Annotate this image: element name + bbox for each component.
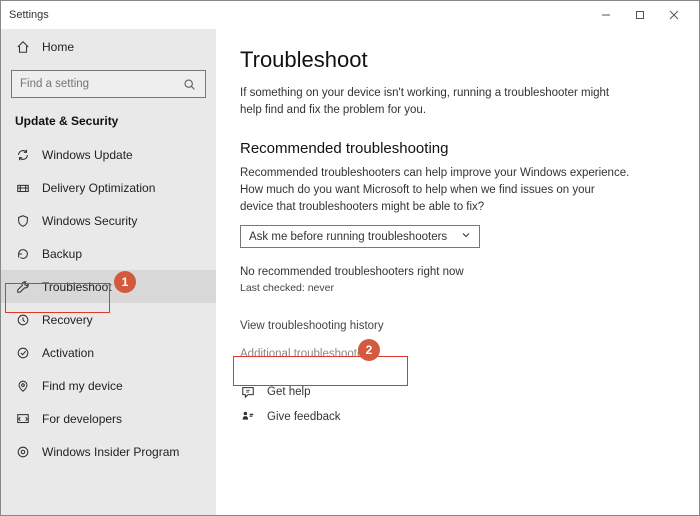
search-input[interactable] [20, 78, 182, 90]
sidebar-item-label: Troubleshoot [42, 280, 112, 294]
additional-troubleshooters-link[interactable]: Additional troubleshooters [240, 348, 675, 360]
sync-icon [15, 147, 30, 162]
sidebar-item-label: Windows Update [42, 148, 133, 162]
settings-window: Settings Home Update & Security Windows … [0, 0, 700, 516]
sidebar-item-label: Activation [42, 346, 94, 360]
sidebar-item-delivery-optimization[interactable]: Delivery Optimization [1, 171, 216, 204]
sidebar-item-recovery[interactable]: Recovery [1, 303, 216, 336]
sidebar-item-troubleshoot[interactable]: Troubleshoot [1, 270, 216, 303]
sidebar-item-label: Windows Security [42, 214, 137, 228]
sidebar-item-backup[interactable]: Backup [1, 237, 216, 270]
titlebar: Settings [1, 1, 699, 29]
page-title: Troubleshoot [240, 47, 675, 73]
sidebar-search[interactable] [11, 70, 206, 98]
close-button[interactable] [657, 1, 691, 29]
last-checked-text: Last checked: never [240, 282, 675, 294]
get-help-link[interactable]: Get help [240, 384, 675, 399]
developers-icon [15, 411, 30, 426]
help-icon [240, 384, 255, 399]
view-history-link[interactable]: View troubleshooting history [240, 320, 675, 332]
home-icon [15, 39, 30, 54]
recommended-status: No recommended troubleshooters right now [240, 266, 675, 278]
chevron-down-icon [461, 230, 471, 243]
maximize-button[interactable] [623, 1, 657, 29]
troubleshoot-preference-dropdown[interactable]: Ask me before running troubleshooters [240, 225, 480, 248]
sidebar-item-label: Windows Insider Program [42, 445, 179, 459]
give-feedback-label: Give feedback [267, 411, 341, 423]
search-icon [182, 77, 197, 92]
sidebar-item-label: Recovery [42, 313, 93, 327]
shield-icon [15, 213, 30, 228]
sidebar: Home Update & Security Windows Update De… [1, 29, 216, 515]
sidebar-home[interactable]: Home [1, 33, 216, 60]
sidebar-item-label: Delivery Optimization [42, 181, 155, 195]
sidebar-home-label: Home [42, 40, 74, 54]
main-panel: Troubleshoot If something on your device… [216, 29, 699, 515]
sidebar-category: Update & Security [1, 106, 216, 138]
give-feedback-link[interactable]: Give feedback [240, 409, 675, 424]
sidebar-item-windows-update[interactable]: Windows Update [1, 138, 216, 171]
sidebar-item-windows-security[interactable]: Windows Security [1, 204, 216, 237]
location-icon [15, 378, 30, 393]
recommended-heading: Recommended troubleshooting [240, 140, 675, 157]
sidebar-item-activation[interactable]: Activation [1, 336, 216, 369]
backup-icon [15, 246, 30, 261]
content-area: Home Update & Security Windows Update De… [1, 29, 699, 515]
sidebar-item-label: For developers [42, 412, 122, 426]
dropdown-value: Ask me before running troubleshooters [249, 231, 447, 243]
feedback-icon [240, 409, 255, 424]
activation-icon [15, 345, 30, 360]
delivery-icon [15, 180, 30, 195]
sidebar-item-label: Backup [42, 247, 82, 261]
recovery-icon [15, 312, 30, 327]
sidebar-item-windows-insider[interactable]: Windows Insider Program [1, 435, 216, 468]
recommended-description: Recommended troubleshooters can help imp… [240, 165, 630, 215]
sidebar-item-label: Find my device [42, 379, 123, 393]
get-help-label: Get help [267, 386, 310, 398]
insider-icon [15, 444, 30, 459]
page-description: If something on your device isn't workin… [240, 85, 630, 118]
sidebar-item-find-my-device[interactable]: Find my device [1, 369, 216, 402]
wrench-icon [15, 279, 30, 294]
minimize-button[interactable] [589, 1, 623, 29]
window-title: Settings [9, 9, 49, 21]
sidebar-item-for-developers[interactable]: For developers [1, 402, 216, 435]
